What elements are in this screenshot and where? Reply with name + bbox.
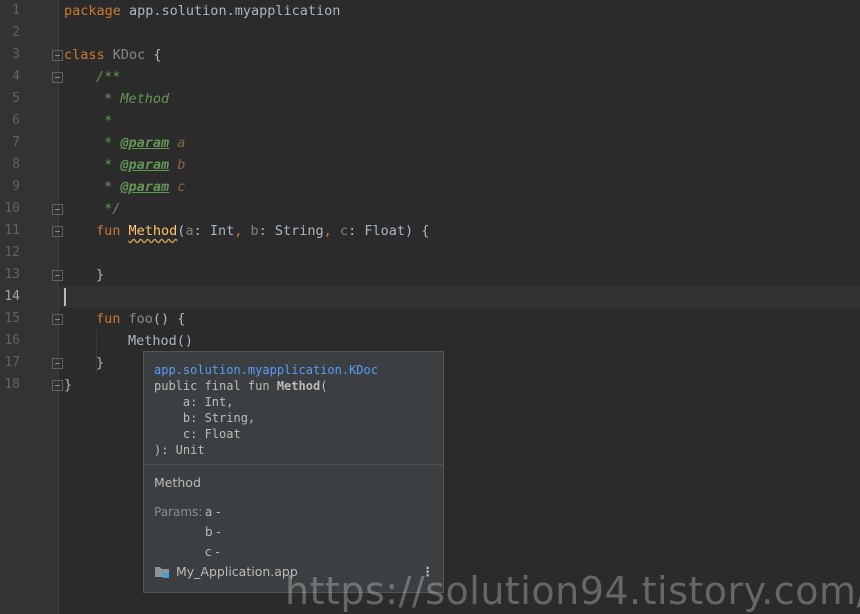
param-entry: a - [205, 505, 221, 519]
quick-documentation-popup[interactable]: app.solution.myapplication.KDoc public f… [143, 351, 444, 593]
keyword: package [64, 3, 121, 19]
line-number: 2 [12, 25, 20, 40]
comma: , [234, 223, 251, 239]
param-type: : Float) { [348, 223, 430, 239]
signature-name: Method [276, 379, 321, 393]
keyword: class [64, 47, 105, 63]
package-name: app.solution.myapplication [120, 3, 341, 19]
code-line-5: * Method [96, 91, 170, 107]
code-line-18: } [64, 377, 73, 393]
line-number: 12 [4, 245, 20, 260]
keyword: fun [96, 311, 129, 327]
text-caret [64, 288, 66, 306]
function-name: Method [128, 223, 178, 239]
line-number: 17 [4, 355, 20, 370]
fold-close-icon[interactable] [52, 358, 63, 369]
class-name: KDoc [104, 47, 154, 63]
signature-open: ( [320, 379, 328, 393]
code-line-6: * [96, 113, 113, 129]
signature-param-c: c: Float [154, 427, 241, 441]
brace: { [153, 47, 162, 63]
param-entry: c - [205, 545, 220, 559]
line-number: 6 [12, 113, 20, 128]
signature-block: app.solution.myapplication.KDoc public f… [144, 352, 443, 464]
doc-tag: @param [120, 135, 170, 151]
doc-param-name: b [169, 157, 186, 173]
function-name: foo [128, 311, 153, 327]
fold-close-icon[interactable] [52, 270, 63, 281]
code-line-7: * @param a [96, 132, 185, 154]
code-line-16: Method() [128, 333, 194, 349]
fold-open-icon[interactable] [52, 50, 63, 61]
signature-param-a: a: Int, [154, 395, 234, 409]
code-line-10: */ [96, 201, 121, 217]
line-number: 18 [4, 377, 20, 392]
doc-param-name: a [169, 135, 186, 151]
keyword: fun [96, 223, 129, 239]
param-name: c [339, 223, 349, 239]
code-line-9: * @param c [96, 176, 185, 198]
line-number: 10 [4, 201, 20, 216]
code-line-13: } [96, 267, 105, 283]
line-number: 9 [12, 179, 20, 194]
line-number: 5 [12, 91, 20, 106]
doc-star: * [96, 135, 121, 151]
params-section: Params: a - b - c - [154, 502, 433, 562]
module-name: My_Application.app [176, 564, 298, 579]
code-line-1: package app.solution.myapplication [64, 0, 340, 22]
signature-close: ): Unit [154, 443, 205, 457]
current-line-highlight [59, 286, 860, 308]
doc-tag: @param [120, 179, 170, 195]
doc-tag: @param [120, 157, 170, 173]
param-type: : String [258, 223, 324, 239]
doc-star: * [96, 157, 121, 173]
fold-open-icon[interactable] [52, 72, 63, 83]
fold-close-icon[interactable] [52, 380, 63, 391]
params-label: Params: [154, 505, 203, 519]
code-line-17: } [96, 355, 105, 371]
doc-param-name: c [169, 179, 186, 195]
line-number: 15 [4, 311, 20, 326]
fold-open-icon[interactable] [52, 314, 63, 325]
watermark-url: https://solution94.tistory.com/ [285, 569, 860, 613]
line-number: 3 [12, 47, 20, 62]
line-number: 13 [4, 267, 20, 282]
fq-class-link[interactable]: app.solution.myapplication.KDoc [154, 363, 378, 377]
doc-star: * [96, 179, 121, 195]
param-name: b [250, 223, 259, 239]
code-line-15: fun foo() { [96, 308, 185, 330]
line-number: 8 [12, 157, 20, 172]
param-entry: b - [205, 525, 221, 539]
code-line-3: class KDoc { [64, 44, 162, 66]
code-line-11: fun Method(a: Int, b: String, c: Float) … [96, 220, 429, 242]
fold-open-icon[interactable] [52, 226, 63, 237]
code-text: () { [152, 311, 186, 327]
line-number: 16 [4, 333, 20, 348]
comma: , [323, 223, 340, 239]
param-name: a [185, 223, 194, 239]
param-type: : Int [193, 223, 235, 239]
code-line-4: /** [96, 69, 121, 85]
line-number: 7 [12, 135, 20, 150]
line-number-current: 14 [4, 289, 20, 304]
code-line-8: * @param b [96, 154, 185, 176]
doc-body: Method Params: a - b - c - [144, 465, 443, 570]
signature-prefix: public final fun [154, 379, 277, 393]
module-folder-icon [154, 565, 170, 585]
line-number: 1 [12, 3, 20, 18]
fold-close-icon[interactable] [52, 204, 63, 215]
line-number: 4 [12, 69, 20, 84]
signature-param-b: b: String, [154, 411, 256, 425]
line-number: 11 [4, 223, 20, 238]
doc-description: Method [154, 475, 201, 490]
